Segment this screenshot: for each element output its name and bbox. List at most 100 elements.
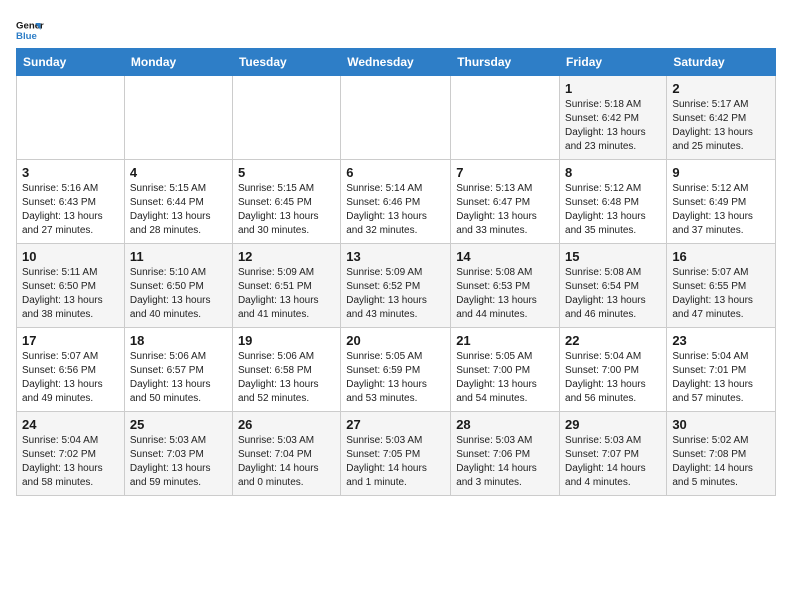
- day-info: Sunrise: 5:04 AM Sunset: 7:01 PM Dayligh…: [672, 350, 770, 406]
- calendar-cell: [17, 76, 125, 160]
- calendar-week-row: 1Sunrise: 5:18 AM Sunset: 6:42 PM Daylig…: [17, 76, 776, 160]
- day-number: 12: [238, 249, 335, 264]
- calendar-cell: 25 Sunrise: 5:03 AM Sunset: 7:03 PM Dayli…: [124, 412, 232, 496]
- day-number: 27: [346, 417, 445, 432]
- logo-icon: General Blue: [16, 16, 44, 44]
- day-number: 1: [565, 81, 661, 96]
- calendar-header-row: SundayMondayTuesdayWednesdayThursdayFrid…: [17, 49, 776, 76]
- calendar-week-row: 3 Sunrise: 5:16 AM Sunset: 6:43 PM Daylig…: [17, 160, 776, 244]
- day-number: 28: [456, 417, 554, 432]
- day-info: Sunrise: 5:07 AM Sunset: 6:56 PM Dayligh…: [22, 350, 119, 406]
- calendar-week-row: 17 Sunrise: 5:07 AM Sunset: 6:56 PM Dayli…: [17, 328, 776, 412]
- day-info: Sunrise: 5:15 AM Sunset: 6:44 PM Dayligh…: [130, 182, 227, 238]
- day-info: Sunrise: 5:10 AM Sunset: 6:50 PM Dayligh…: [130, 266, 227, 322]
- calendar-cell: 20 Sunrise: 5:05 AM Sunset: 6:59 PM Dayli…: [341, 328, 451, 412]
- day-info: Sunrise: 5:07 AM Sunset: 6:55 PM Dayligh…: [672, 266, 770, 322]
- calendar-cell: 11 Sunrise: 5:10 AM Sunset: 6:50 PM Dayli…: [124, 244, 232, 328]
- day-info: Sunrise: 5:12 AM Sunset: 6:48 PM Dayligh…: [565, 182, 661, 238]
- calendar-cell: 24Sunrise: 5:04 AM Sunset: 7:02 PM Dayli…: [17, 412, 125, 496]
- calendar-cell: 15Sunrise: 5:08 AM Sunset: 6:54 PM Dayli…: [560, 244, 667, 328]
- day-info: Sunrise: 5:05 AM Sunset: 6:59 PM Dayligh…: [346, 350, 445, 406]
- calendar-header-cell: Wednesday: [341, 49, 451, 76]
- day-info: Sunrise: 5:15 AM Sunset: 6:45 PM Dayligh…: [238, 182, 335, 238]
- day-number: 18: [130, 333, 227, 348]
- calendar-week-row: 10 Sunrise: 5:11 AM Sunset: 6:50 PM Dayli…: [17, 244, 776, 328]
- calendar-cell: 18 Sunrise: 5:06 AM Sunset: 6:57 PM Dayli…: [124, 328, 232, 412]
- calendar-header-cell: Monday: [124, 49, 232, 76]
- page-header: General Blue: [16, 16, 776, 44]
- calendar-table: SundayMondayTuesdayWednesdayThursdayFrid…: [16, 48, 776, 496]
- day-info: Sunrise: 5:14 AM Sunset: 6:46 PM Dayligh…: [346, 182, 445, 238]
- day-number: 7: [456, 165, 554, 180]
- calendar-cell: 8 Sunrise: 5:12 AM Sunset: 6:48 PM Daylig…: [560, 160, 667, 244]
- day-info: Sunrise: 5:03 AM Sunset: 7:07 PM Dayligh…: [565, 434, 661, 490]
- day-number: 21: [456, 333, 554, 348]
- day-number: 15: [565, 249, 661, 264]
- day-number: 10: [22, 249, 119, 264]
- day-number: 26: [238, 417, 335, 432]
- day-number: 8: [565, 165, 661, 180]
- calendar-cell: [451, 76, 560, 160]
- day-number: 30: [672, 417, 770, 432]
- day-info: Sunrise: 5:12 AM Sunset: 6:49 PM Dayligh…: [672, 182, 770, 238]
- day-info: Sunrise: 5:03 AM Sunset: 7:03 PM Dayligh…: [130, 434, 227, 490]
- calendar-cell: [124, 76, 232, 160]
- calendar-cell: 17 Sunrise: 5:07 AM Sunset: 6:56 PM Dayli…: [17, 328, 125, 412]
- day-number: 17: [22, 333, 119, 348]
- calendar-cell: 21 Sunrise: 5:05 AM Sunset: 7:00 PM Dayli…: [451, 328, 560, 412]
- day-info: Sunrise: 5:06 AM Sunset: 6:58 PM Dayligh…: [238, 350, 335, 406]
- calendar-cell: 9 Sunrise: 5:12 AM Sunset: 6:49 PM Daylig…: [667, 160, 776, 244]
- calendar-body: 1Sunrise: 5:18 AM Sunset: 6:42 PM Daylig…: [17, 76, 776, 496]
- day-number: 14: [456, 249, 554, 264]
- day-info: Sunrise: 5:09 AM Sunset: 6:52 PM Dayligh…: [346, 266, 445, 322]
- day-number: 19: [238, 333, 335, 348]
- calendar-cell: 5 Sunrise: 5:15 AM Sunset: 6:45 PM Daylig…: [232, 160, 340, 244]
- day-number: 29: [565, 417, 661, 432]
- day-number: 16: [672, 249, 770, 264]
- calendar-cell: 12 Sunrise: 5:09 AM Sunset: 6:51 PM Dayli…: [232, 244, 340, 328]
- day-info: Sunrise: 5:02 AM Sunset: 7:08 PM Dayligh…: [672, 434, 770, 490]
- calendar-week-row: 24Sunrise: 5:04 AM Sunset: 7:02 PM Dayli…: [17, 412, 776, 496]
- calendar-header-cell: Saturday: [667, 49, 776, 76]
- svg-text:Blue: Blue: [16, 31, 37, 42]
- calendar-cell: 3 Sunrise: 5:16 AM Sunset: 6:43 PM Daylig…: [17, 160, 125, 244]
- day-number: 2: [672, 81, 770, 96]
- day-info: Sunrise: 5:04 AM Sunset: 7:00 PM Dayligh…: [565, 350, 661, 406]
- day-number: 25: [130, 417, 227, 432]
- calendar-cell: 22 Sunrise: 5:04 AM Sunset: 7:00 PM Dayli…: [560, 328, 667, 412]
- day-number: 24: [22, 417, 119, 432]
- calendar-cell: 7 Sunrise: 5:13 AM Sunset: 6:47 PM Daylig…: [451, 160, 560, 244]
- day-info: Sunrise: 5:05 AM Sunset: 7:00 PM Dayligh…: [456, 350, 554, 406]
- day-number: 11: [130, 249, 227, 264]
- day-number: 20: [346, 333, 445, 348]
- day-info: Sunrise: 5:09 AM Sunset: 6:51 PM Dayligh…: [238, 266, 335, 322]
- calendar-cell: 14 Sunrise: 5:08 AM Sunset: 6:53 PM Dayli…: [451, 244, 560, 328]
- calendar-cell: [341, 76, 451, 160]
- calendar-cell: 19 Sunrise: 5:06 AM Sunset: 6:58 PM Dayli…: [232, 328, 340, 412]
- day-info: Sunrise: 5:03 AM Sunset: 7:05 PM Dayligh…: [346, 434, 445, 490]
- day-number: 22: [565, 333, 661, 348]
- calendar-cell: 10 Sunrise: 5:11 AM Sunset: 6:50 PM Dayli…: [17, 244, 125, 328]
- calendar-header-cell: Thursday: [451, 49, 560, 76]
- day-info: Sunrise: 5:17 AM Sunset: 6:42 PM Dayligh…: [672, 98, 770, 154]
- day-info: Sunrise: 5:03 AM Sunset: 7:04 PM Dayligh…: [238, 434, 335, 490]
- day-info: Sunrise: 5:13 AM Sunset: 6:47 PM Dayligh…: [456, 182, 554, 238]
- calendar-cell: [232, 76, 340, 160]
- calendar-header-cell: Sunday: [17, 49, 125, 76]
- day-info: Sunrise: 5:16 AM Sunset: 6:43 PM Dayligh…: [22, 182, 119, 238]
- day-number: 6: [346, 165, 445, 180]
- day-number: 9: [672, 165, 770, 180]
- day-number: 13: [346, 249, 445, 264]
- calendar-cell: 29 Sunrise: 5:03 AM Sunset: 7:07 PM Dayli…: [560, 412, 667, 496]
- calendar-cell: 30 Sunrise: 5:02 AM Sunset: 7:08 PM Dayli…: [667, 412, 776, 496]
- calendar-cell: 26 Sunrise: 5:03 AM Sunset: 7:04 PM Dayli…: [232, 412, 340, 496]
- calendar-header-cell: Friday: [560, 49, 667, 76]
- calendar-cell: 16 Sunrise: 5:07 AM Sunset: 6:55 PM Dayli…: [667, 244, 776, 328]
- day-info: Sunrise: 5:06 AM Sunset: 6:57 PM Dayligh…: [130, 350, 227, 406]
- calendar-cell: 27 Sunrise: 5:03 AM Sunset: 7:05 PM Dayli…: [341, 412, 451, 496]
- day-info: Sunrise: 5:08 AM Sunset: 6:53 PM Dayligh…: [456, 266, 554, 322]
- calendar-cell: 4Sunrise: 5:15 AM Sunset: 6:44 PM Daylig…: [124, 160, 232, 244]
- day-number: 5: [238, 165, 335, 180]
- day-info: Sunrise: 5:11 AM Sunset: 6:50 PM Dayligh…: [22, 266, 119, 322]
- day-number: 3: [22, 165, 119, 180]
